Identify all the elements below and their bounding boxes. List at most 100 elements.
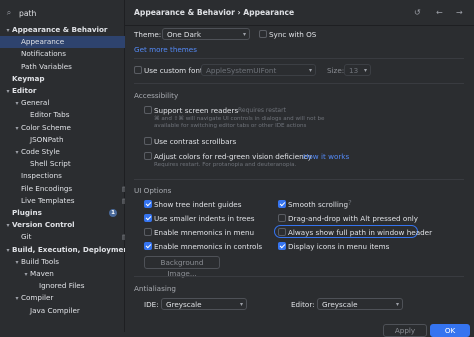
- chevron-down-icon[interactable]: ▾: [13, 257, 21, 269]
- chevron-down-icon: ▾: [239, 301, 243, 308]
- divider: [134, 179, 464, 180]
- chevron-down-icon[interactable]: ▾: [13, 293, 21, 305]
- smooth-scrolling-label: Smooth scrolling: [288, 200, 349, 209]
- screen-readers-label: Support screen readers: [154, 106, 239, 115]
- ok-label: OK: [444, 326, 456, 335]
- mnemonics-menu-checkbox[interactable]: [144, 228, 152, 236]
- tree-item[interactable]: Java Compiler: [0, 305, 145, 317]
- tree-item-label: Plugins: [12, 208, 42, 217]
- chevron-down-icon: ▾: [363, 67, 367, 74]
- screen-readers-note-1: ⌘ and ⇧⌘ will navigate UI controls in di…: [154, 116, 325, 122]
- tree-item[interactable]: ▾ Build, Execution, Deployment: [0, 244, 131, 257]
- sync-os-checkbox[interactable]: [259, 30, 267, 38]
- tree-item-label: Git: [21, 232, 32, 242]
- forward-icon[interactable]: →: [456, 8, 463, 17]
- reset-icon[interactable]: ↺: [414, 8, 421, 17]
- display-icons-label: Display icons in menu items: [288, 242, 390, 251]
- tree-item[interactable]: Live Templates▤: [0, 195, 136, 207]
- tree-item[interactable]: Notifications: [0, 48, 136, 60]
- tree-item[interactable]: Inspections: [0, 170, 136, 182]
- ide-aa-value: Greyscale: [166, 300, 202, 309]
- chevron-down-icon[interactable]: ▾: [13, 98, 21, 110]
- chevron-down-icon[interactable]: ▾: [22, 269, 30, 281]
- ok-button[interactable]: OK: [430, 324, 470, 337]
- display-icons-checkbox[interactable]: [278, 242, 286, 250]
- antialiasing-title: Antialiasing: [134, 284, 176, 293]
- tree-item[interactable]: ▾ Appearance & Behavior: [0, 24, 127, 36]
- chevron-down-icon[interactable]: ▾: [4, 220, 12, 232]
- background-image-button[interactable]: Background Image...: [144, 256, 220, 278]
- drag-drop-checkbox[interactable]: [278, 214, 286, 222]
- tree-item-label: Build Tools: [21, 256, 60, 266]
- back-icon[interactable]: ←: [436, 8, 443, 17]
- tree-item[interactable]: ▾ Maven: [0, 268, 145, 280]
- tree-item[interactable]: ▾ Color Scheme: [0, 122, 136, 134]
- font-value: AppleSystemUIFont: [206, 66, 277, 75]
- ui-options-title: UI Options: [134, 186, 172, 195]
- font-select[interactable]: AppleSystemUIFont ▾: [201, 64, 316, 76]
- smaller-indents-checkbox[interactable]: [144, 214, 152, 222]
- breadcrumb: Appearance & Behavior › Appearance: [134, 8, 295, 17]
- mnemonics-controls-label: Enable mnemonics in controls: [154, 242, 263, 251]
- screen-readers-checkbox[interactable]: [144, 106, 152, 114]
- contrast-scrollbars-checkbox[interactable]: [144, 137, 152, 145]
- custom-font-checkbox[interactable]: [134, 66, 142, 74]
- tree-item[interactable]: Shell Script: [0, 158, 145, 170]
- tree-item-label: Path Variables: [21, 61, 72, 71]
- tree-item[interactable]: Appearance: [0, 36, 136, 49]
- tree-item-label: Appearance: [21, 37, 65, 47]
- tree-item[interactable]: ▾ Compiler: [0, 292, 136, 304]
- get-more-themes-link[interactable]: Get more themes: [134, 45, 197, 54]
- divider: [134, 83, 464, 84]
- panel-header: Appearance & Behavior › Appearance ↺ ← →: [125, 0, 474, 26]
- mnemonics-menu-label: Enable mnemonics in menu: [154, 228, 255, 237]
- tree-guides-checkbox[interactable]: [144, 200, 152, 208]
- tree-item[interactable]: Path Variables: [0, 61, 136, 73]
- full-path-checkbox[interactable]: [278, 228, 286, 236]
- editor-aa-label: Editor:: [291, 300, 315, 309]
- tree-item-label: Inspections: [21, 171, 62, 181]
- chevron-down-icon: ▾: [395, 301, 399, 308]
- help-icon[interactable]: ?: [348, 199, 352, 207]
- requires-restart-note: Requires restart: [238, 107, 286, 114]
- mnemonics-controls-checkbox[interactable]: [144, 242, 152, 250]
- tree-item[interactable]: File Encodings▤: [0, 183, 136, 195]
- tree-item[interactable]: Plugins 1: [0, 207, 127, 219]
- tree-item-label: Build, Execution, Deployment: [12, 244, 132, 254]
- tree-item[interactable]: JSONPath: [0, 134, 145, 146]
- tree-item[interactable]: ▾ General: [0, 97, 136, 109]
- tree-item-label: Editor Tabs: [30, 110, 70, 120]
- tree-item[interactable]: Git▤: [0, 231, 136, 243]
- search-icon: ⌕: [6, 8, 12, 17]
- tree-item[interactable]: ▾ Version Control: [0, 219, 127, 231]
- tree-item-label: Code Style: [21, 147, 60, 156]
- chevron-down-icon[interactable]: ▾: [4, 245, 12, 257]
- apply-button[interactable]: Apply: [383, 324, 427, 337]
- how-it-works-link[interactable]: How it works: [303, 152, 349, 161]
- theme-select[interactable]: One Dark ▾: [162, 28, 250, 40]
- background-image-label: Background Image...: [160, 258, 204, 278]
- chevron-down-icon[interactable]: ▾: [4, 86, 12, 98]
- chevron-down-icon[interactable]: ▾: [13, 147, 21, 159]
- tree-item-label: JSONPath: [30, 134, 64, 144]
- divider: [134, 276, 464, 277]
- chevron-down-icon[interactable]: ▾: [13, 123, 21, 135]
- drag-drop-label: Drag-and-drop with Alt pressed only: [288, 214, 419, 223]
- tree-item[interactable]: ▾ Build Tools: [0, 256, 136, 268]
- tree-item[interactable]: Editor Tabs: [0, 109, 145, 121]
- settings-sidebar: ⌕ path ▾ Appearance & Behavior Appearance N…: [0, 0, 136, 332]
- tree-item[interactable]: Keymap: [0, 73, 127, 85]
- search-input[interactable]: path: [19, 9, 36, 18]
- screen-readers-note-2: available for switching editor tabs or o…: [154, 123, 307, 129]
- ide-aa-select[interactable]: Greyscale ▾: [161, 298, 247, 310]
- size-select[interactable]: 13 ▾: [344, 64, 371, 76]
- smooth-scrolling-checkbox[interactable]: [278, 200, 286, 208]
- search-field[interactable]: ⌕ path: [3, 6, 121, 20]
- tree-item[interactable]: ▾ Editor: [0, 85, 127, 97]
- tree-guides-label: Show tree indent guides: [154, 200, 242, 209]
- chevron-down-icon[interactable]: ▾: [4, 25, 12, 37]
- editor-aa-select[interactable]: Greyscale ▾: [317, 298, 403, 310]
- color-deficiency-checkbox[interactable]: [144, 152, 152, 160]
- tree-item[interactable]: ▾ Code Style: [0, 146, 136, 158]
- tree-item-label: File Encodings: [21, 183, 73, 193]
